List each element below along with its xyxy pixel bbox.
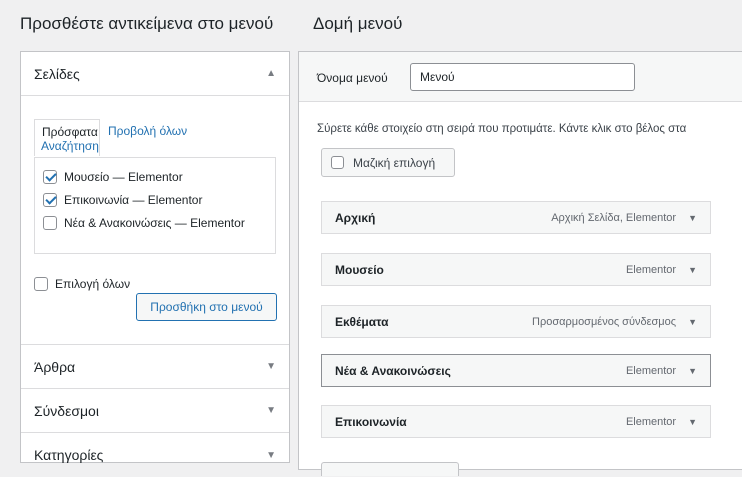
menu-item-title: Μουσείο [335,262,384,277]
menu-item-news[interactable]: Νέα & Ανακοινώσεις Elementor ▼ [321,354,711,387]
menu-item-title: Επικοινωνία [335,414,407,429]
expand-arrow-icon[interactable]: ▼ [688,417,697,427]
caret-down-icon[interactable]: ▼ [266,361,276,372]
menu-structure-heading: Δομή μενού [313,14,403,33]
checkbox-checked[interactable] [43,192,57,207]
pages-checklist: Μουσείο — Elementor Επικοινωνία — Elemen… [34,157,276,254]
menu-item-type: Elementor [625,263,677,276]
bulk-select-checkbox[interactable] [331,156,344,169]
categories-section-header[interactable]: Κατηγορίες ▼ [21,433,289,477]
pages-section-body: Πρόσφατα Προβολή όλων Αναζήτηση Μουσείο … [21,96,289,345]
links-section-header[interactable]: Σύνδεσμοι ▼ [21,389,289,433]
posts-section-header[interactable]: Άρθρα ▼ [21,345,289,389]
add-items-heading: Προσθέστε αντικείμενα στο μενού [20,14,274,33]
expand-arrow-icon[interactable]: ▼ [688,265,697,275]
menu-item-contact[interactable]: Επικοινωνία Elementor ▼ [321,405,711,438]
select-all[interactable]: Επιλογή όλων [34,277,130,291]
expand-arrow-icon[interactable]: ▼ [688,366,697,376]
expand-arrow-icon[interactable]: ▼ [688,317,697,327]
links-section-title: Σύνδεσμοι [34,402,99,419]
select-all-label: Επιλογή όλων [55,277,131,291]
menu-item-meta: Αρχική Σελίδα, Elementor ▼ [551,212,697,224]
menu-item-meta: Προσαρμοσμένος σύνδεσμος ▼ [532,316,697,328]
menu-item-type: Προσαρμοσμένος σύνδεσμος [532,315,677,328]
caret-up-icon[interactable]: ▲ [266,68,276,79]
bulk-select-button[interactable]: Μαζική επιλογή [321,148,455,177]
menu-item-meta: Elementor ▼ [626,264,697,276]
posts-section-title: Άρθρα [34,358,76,375]
list-item[interactable]: Επικοινωνία — Elementor [43,189,267,210]
expand-arrow-icon[interactable]: ▼ [688,213,697,223]
menu-item-type: Αρχική Σελίδα, Elementor [551,211,677,224]
menu-item-meta: Elementor ▼ [626,416,697,428]
menu-name-label: Όνομα μενού [317,71,388,85]
menu-item-exhibits[interactable]: Εκθέματα Προσαρμοσμένος σύνδεσμος ▼ [321,305,711,338]
menu-item-title: Εκθέματα [335,314,389,329]
menu-name-input[interactable]: Μενού [410,63,635,91]
menu-name-row: Όνομα μενού Μενού [299,52,742,102]
bulk-select-label: Μαζική επιλογή [353,155,436,170]
menu-item-title: Αρχική [335,210,376,225]
pages-section-title: Σελίδες [34,65,80,82]
menu-item-type: Elementor [625,364,677,377]
list-item[interactable]: Μουσείο — Elementor [43,166,267,187]
list-item[interactable]: Νέα & Ανακοινώσεις — Elementor [43,212,267,233]
pages-section-header[interactable]: Σελίδες ▲ [21,52,289,96]
menu-structure-panel: Όνομα μενού Μενού Σύρετε κάθε στοιχείο σ… [298,51,742,476]
caret-down-icon[interactable]: ▼ [266,405,276,416]
add-to-menu-button[interactable]: Προσθήκη στο μενού [136,293,277,321]
tab-view-all[interactable]: Προβολή όλων [108,124,187,139]
tab-search[interactable]: Αναζήτηση [41,139,99,154]
menu-item-meta: Elementor ▼ [626,365,697,377]
menu-item-museum[interactable]: Μουσείο Elementor ▼ [321,253,711,286]
menu-item-type: Elementor [625,415,677,428]
pages-tabs: Πρόσφατα Προβολή όλων Αναζήτηση [34,119,276,161]
add-menu-items-panel: Σελίδες ▲ Πρόσφατα Προβολή όλων Αναζήτησ… [20,51,290,463]
select-all-checkbox[interactable] [34,277,48,291]
menu-item-title: Νέα & Ανακοινώσεις [335,363,451,378]
menu-item-home[interactable]: Αρχική Αρχική Σελίδα, Elementor ▼ [321,201,711,234]
drag-hint-text: Σύρετε κάθε στοιχείο στη σειρά που προτι… [317,123,687,135]
page-item-label: Νέα & Ανακοινώσεις — Elementor [64,215,245,230]
page-item-label: Μουσείο — Elementor [64,169,183,184]
caret-down-icon[interactable]: ▼ [266,450,276,461]
categories-section-title: Κατηγορίες [34,447,104,463]
checkbox[interactable] [43,215,57,230]
partial-bottom-button[interactable] [321,462,459,476]
checkbox-checked[interactable] [43,169,57,184]
page-item-label: Επικοινωνία — Elementor [64,192,203,207]
